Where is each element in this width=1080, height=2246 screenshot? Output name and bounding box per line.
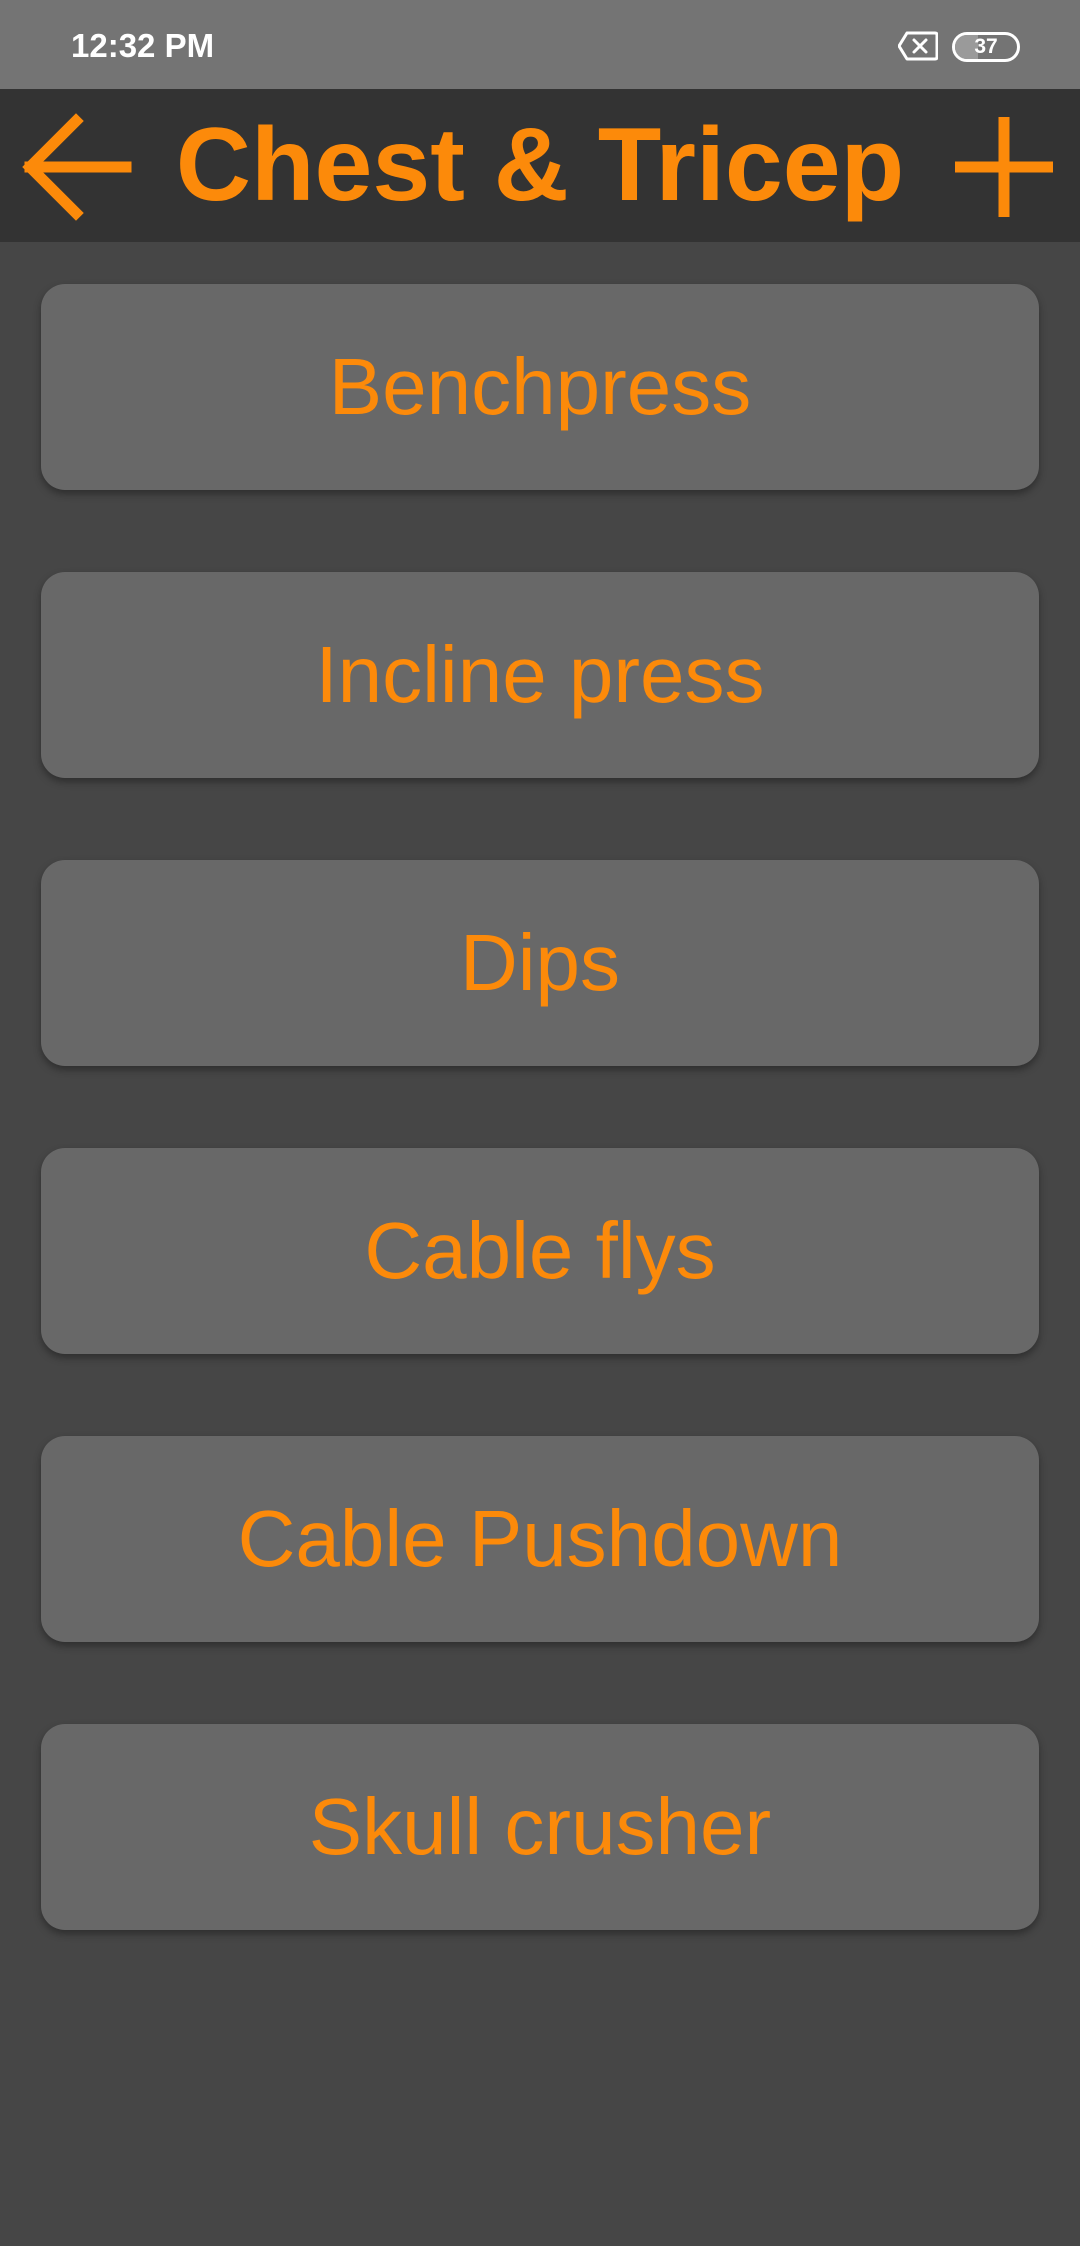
exercise-button-incline-press[interactable]: Incline press bbox=[41, 572, 1039, 778]
status-time: 12:32 PM bbox=[71, 27, 215, 64]
exercise-button-benchpress[interactable]: Benchpress bbox=[41, 284, 1039, 490]
close-box-icon bbox=[898, 31, 938, 61]
exercise-list: Benchpress Incline press Dips Cable flys… bbox=[41, 284, 1039, 2012]
exercise-button-skull-crusher[interactable]: Skull crusher bbox=[41, 1724, 1039, 1930]
page-title: Chest & Tricep bbox=[175, 107, 905, 223]
exercise-button-dips[interactable]: Dips bbox=[41, 860, 1039, 1066]
battery-indicator: 37 bbox=[952, 32, 1020, 62]
add-exercise-button[interactable] bbox=[950, 111, 1058, 223]
exercise-button-cable-pushdown[interactable]: Cable Pushdown bbox=[41, 1436, 1039, 1642]
status-bar: 12:32 PM 37 bbox=[0, 0, 1080, 89]
plus-icon bbox=[955, 117, 1053, 217]
battery-level: 37 bbox=[974, 35, 998, 58]
back-button[interactable] bbox=[18, 111, 134, 223]
exercise-button-cable-flys[interactable]: Cable flys bbox=[41, 1148, 1039, 1354]
arrow-left-icon bbox=[22, 113, 132, 221]
app-header: Chest & Tricep bbox=[0, 89, 1080, 242]
